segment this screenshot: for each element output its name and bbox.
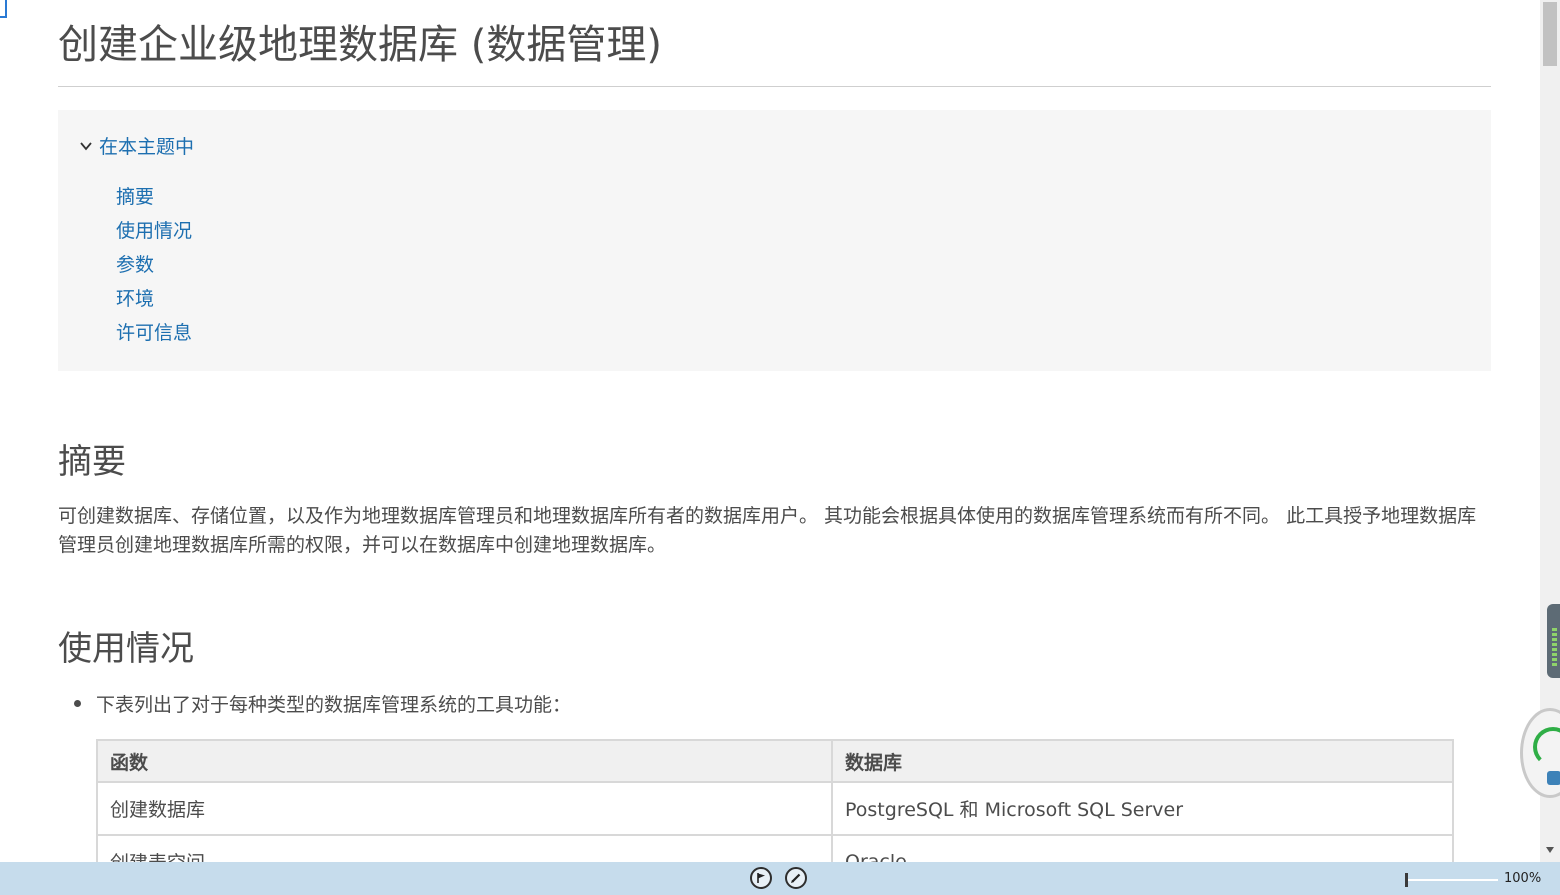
flag-button[interactable]	[750, 867, 772, 889]
level-bars-icon	[1552, 628, 1557, 668]
toc-item-summary: 摘要	[116, 183, 192, 217]
toc-list: 摘要 使用情况 参数 环境 许可信息	[116, 183, 192, 353]
toc-item-usage: 使用情况	[116, 217, 192, 251]
help-content: 创建企业级地理数据库 (数据管理) 在本主题中 摘要 使用情况 参数 环境 许可…	[0, 0, 1540, 862]
scroll-thumb[interactable]	[1543, 2, 1557, 66]
title-divider	[58, 86, 1491, 87]
toc-link-usage[interactable]: 使用情况	[116, 220, 192, 242]
summary-heading: 摘要	[58, 442, 126, 482]
usage-bullet: 下表列出了对于每种类型的数据库管理系统的工具功能：	[74, 690, 571, 717]
table-header-database: 数据库	[831, 739, 1454, 783]
toc-item-parameters: 参数	[116, 251, 192, 285]
table-cell: Oracle	[831, 834, 1454, 862]
zoom-slider-track[interactable]	[1408, 879, 1498, 881]
toc-link-parameters[interactable]: 参数	[116, 254, 154, 276]
status-bar: 100%	[0, 862, 1560, 895]
usage-bullet-text: 下表列出了对于每种类型的数据库管理系统的工具功能：	[96, 694, 572, 716]
toc-toggle[interactable]: 在本主题中	[78, 132, 194, 159]
chevron-down-icon	[80, 141, 92, 150]
toc-header-label: 在本主题中	[99, 136, 195, 158]
table-header-row: 函数 数据库	[96, 739, 1454, 783]
toc-link-summary[interactable]: 摘要	[116, 186, 154, 208]
table-row: 创建表空间 Oracle	[96, 834, 1454, 862]
toc-item-licensing: 许可信息	[116, 319, 192, 353]
gauge-arc-icon	[1533, 727, 1560, 767]
scroll-down-icon[interactable]	[1540, 842, 1560, 858]
function-table: 函数 数据库 创建数据库 PostgreSQL 和 Microsoft SQL …	[96, 739, 1454, 862]
edit-button[interactable]	[785, 867, 807, 889]
bullet-dot	[74, 700, 81, 707]
side-monitor-widget[interactable]	[1547, 604, 1560, 678]
gauge-badge-icon	[1547, 771, 1560, 785]
toc-link-environments[interactable]: 环境	[116, 288, 154, 310]
zoom-level: 100%	[1504, 871, 1542, 886]
corner-marker	[0, 0, 7, 18]
usage-heading: 使用情况	[58, 629, 194, 669]
zoom-slider-thumb[interactable]	[1405, 873, 1408, 887]
toc-link-licensing[interactable]: 许可信息	[116, 322, 192, 344]
summary-text: 可创建数据库、存储位置，以及作为地理数据库管理员和地理数据库所有者的数据库用户。…	[58, 505, 1477, 556]
table-header-function: 函数	[96, 739, 833, 783]
toc-panel: 在本主题中 摘要 使用情况 参数 环境 许可信息	[58, 110, 1491, 371]
table-cell: 创建数据库	[96, 781, 833, 836]
toc-item-environments: 环境	[116, 285, 192, 319]
page-title: 创建企业级地理数据库 (数据管理)	[58, 22, 662, 68]
table-cell: PostgreSQL 和 Microsoft SQL Server	[831, 781, 1454, 836]
table-row: 创建数据库 PostgreSQL 和 Microsoft SQL Server	[96, 781, 1454, 836]
edit-icon	[791, 873, 801, 883]
table-cell: 创建表空间	[96, 834, 833, 862]
flag-icon	[757, 873, 765, 883]
